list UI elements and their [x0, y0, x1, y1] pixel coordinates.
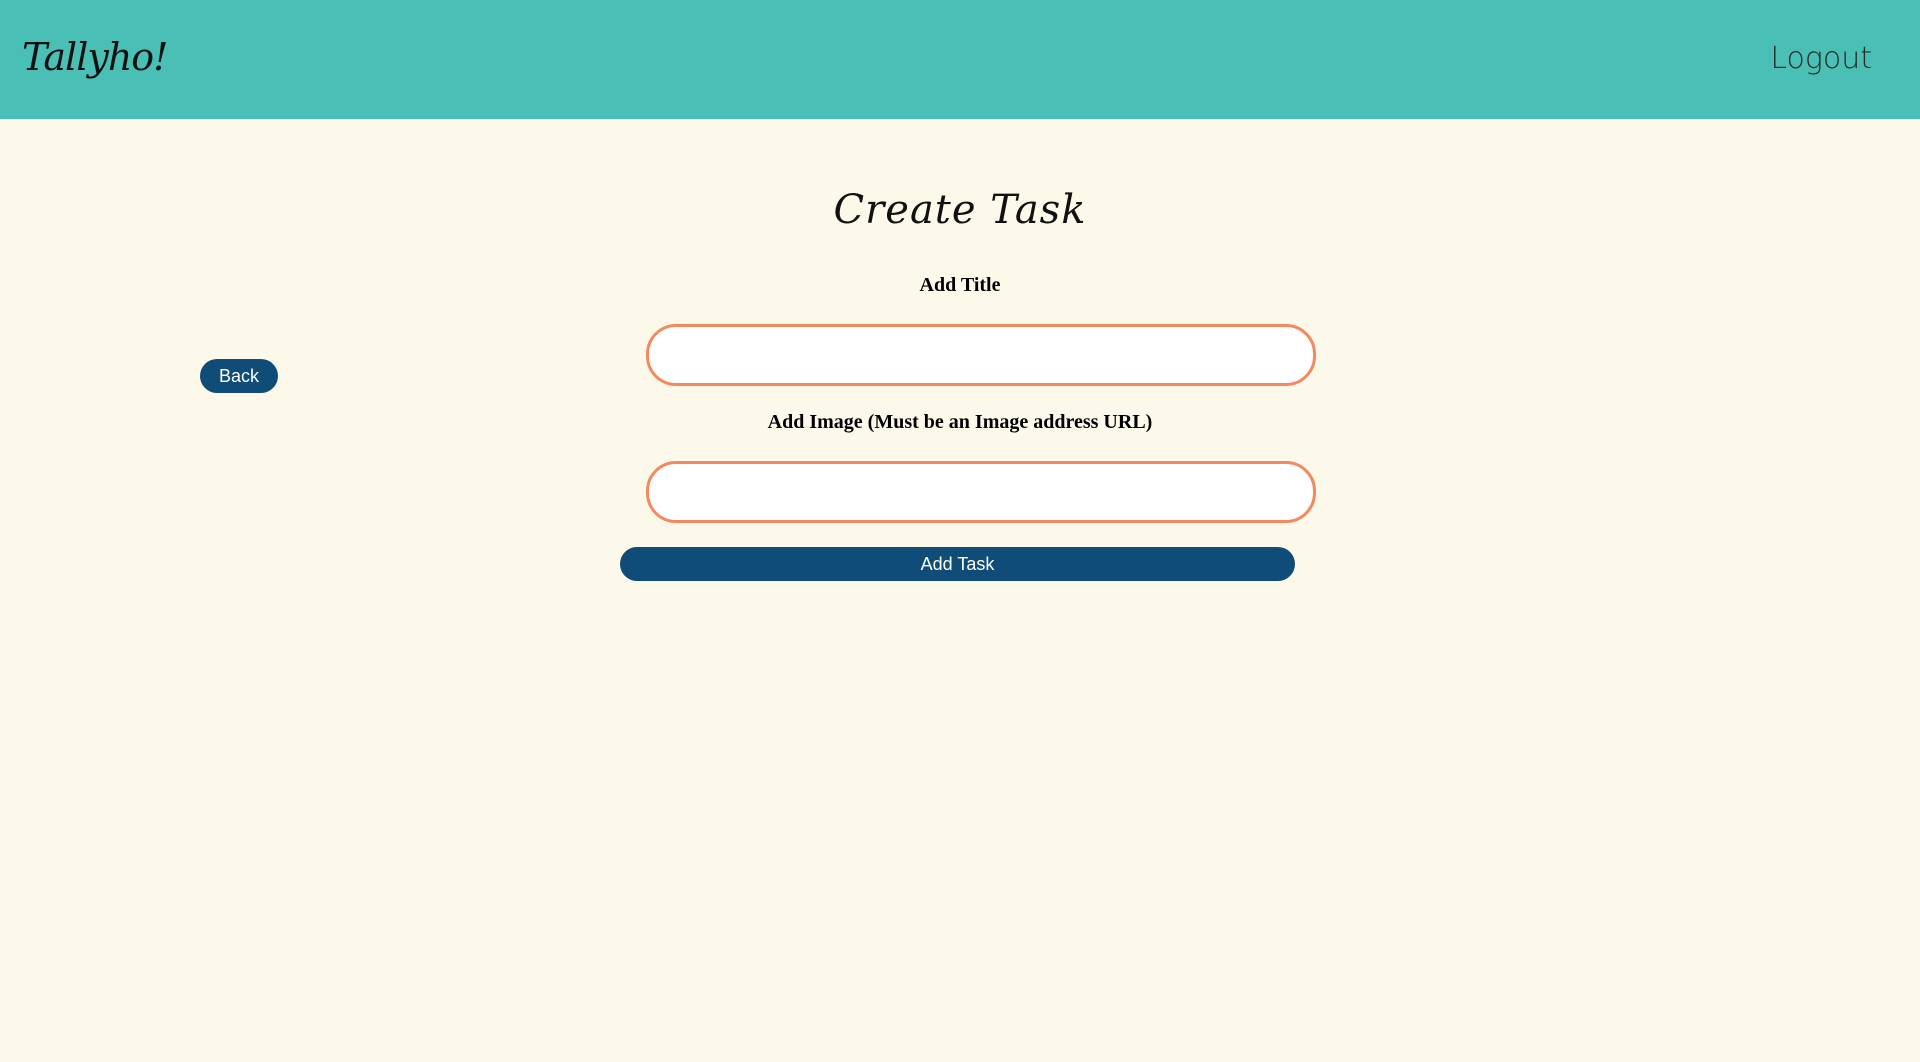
back-button[interactable]: Back: [200, 359, 278, 393]
image-url-input[interactable]: [646, 461, 1316, 523]
logout-link[interactable]: Logout: [1770, 44, 1872, 74]
brand-logo[interactable]: Tallyho!: [22, 38, 168, 76]
top-navbar: Tallyho! Logout: [0, 0, 1920, 119]
page-title: Create Task: [833, 187, 1087, 233]
image-url-field-label: Add Image (Must be an Image address URL): [767, 411, 1153, 433]
add-task-button[interactable]: Add Task: [620, 547, 1295, 581]
title-input[interactable]: [646, 324, 1316, 386]
title-field-label: Add Title: [919, 274, 1001, 296]
